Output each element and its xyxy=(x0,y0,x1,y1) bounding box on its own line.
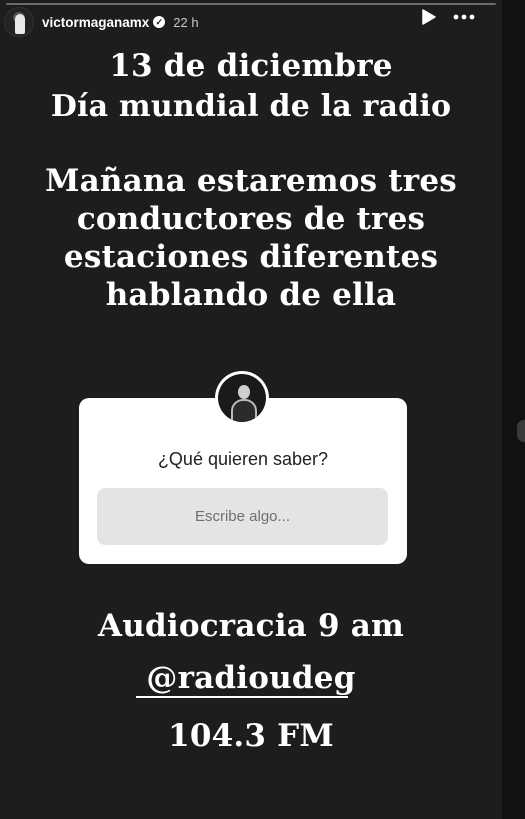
verified-badge-icon: ✓ xyxy=(153,16,166,28)
more-horizontal-icon[interactable] xyxy=(452,8,476,26)
question-text: ¿Qué quieren saber? xyxy=(157,449,329,469)
announcement-line: estaciones diferentes xyxy=(63,239,439,275)
day-title: Día mundial de la radio xyxy=(50,89,452,124)
program-text: Audiocracia 9 am xyxy=(98,608,404,644)
frequency-text: 104.3 FM xyxy=(168,718,334,754)
announcement-line: hablando de ella xyxy=(105,277,397,313)
page-margin xyxy=(502,0,525,819)
story-progress-bar xyxy=(6,3,496,5)
date-text: 13 de diciembre xyxy=(109,48,393,84)
mention-underline xyxy=(136,696,348,698)
announcement-line: conductores de tres xyxy=(76,201,426,237)
answer-input[interactable]: Escribe algo... xyxy=(97,488,388,545)
mention-link[interactable]: @radioudeg xyxy=(0,660,502,696)
announcement-text: Mañana estaremos tres conductores de tre… xyxy=(0,162,502,314)
profile-avatar[interactable] xyxy=(4,7,34,37)
username[interactable]: victormaganamx xyxy=(42,15,149,30)
post-time: 22 h xyxy=(173,14,199,30)
play-icon[interactable] xyxy=(420,8,438,26)
sticker-avatar xyxy=(215,371,269,425)
announcement-line: Mañana estaremos tres xyxy=(45,163,457,199)
story-canvas[interactable]: victormaganamx ✓ 22 h 13 de diciembre Dí… xyxy=(0,0,502,819)
scrollbar-handle[interactable] xyxy=(517,420,525,442)
